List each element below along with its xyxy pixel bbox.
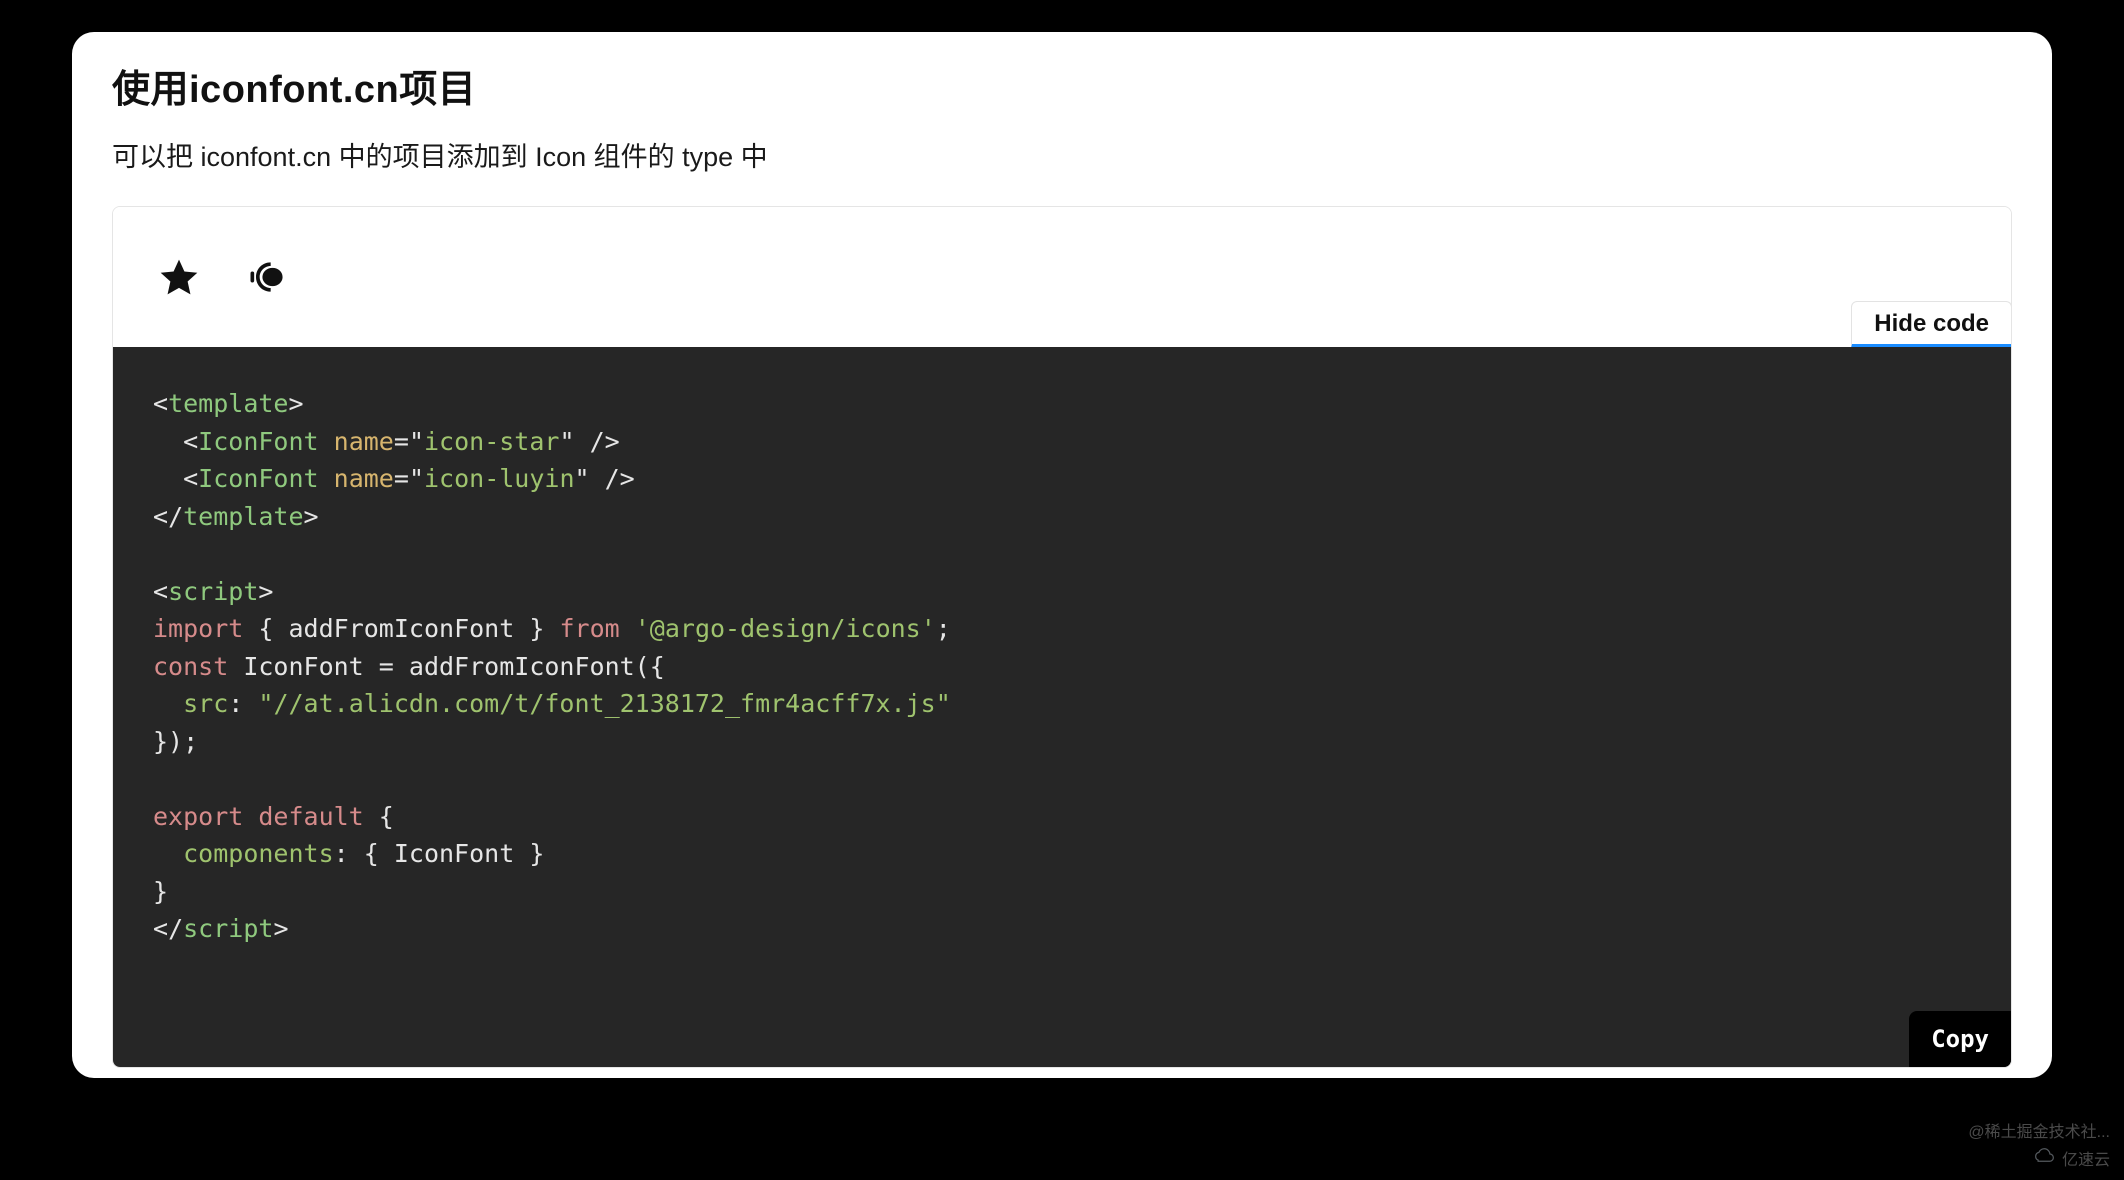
demo-container: Hide code <template> <IconFont name="ico…: [112, 206, 2012, 1068]
copy-button[interactable]: Copy: [1909, 1011, 2011, 1067]
cloud-icon: [2030, 1147, 2056, 1170]
code-token: <: [153, 577, 168, 606]
code-token: <: [183, 464, 198, 493]
code-token: <: [153, 389, 168, 418]
code-token: ": [409, 427, 424, 456]
code-token: >: [288, 389, 303, 418]
doc-card: 使用iconfont.cn项目 可以把 iconfont.cn 中的项目添加到 …: [72, 32, 2052, 1078]
code-token: ": [409, 464, 424, 493]
code-token: name: [334, 464, 394, 493]
code-token: />: [590, 464, 635, 493]
code-token: >: [258, 577, 273, 606]
code-token: <: [153, 502, 168, 531]
code-token: IconFont: [198, 427, 318, 456]
code-token: script: [168, 577, 258, 606]
star-icon: [157, 255, 201, 299]
code-token: =: [394, 427, 409, 456]
watermark-juejin: @稀土掘金技术社...: [1968, 1118, 2110, 1142]
code-token: />: [575, 427, 620, 456]
code-token: <: [183, 427, 198, 456]
code-token: name: [334, 427, 394, 456]
code-token: template: [183, 502, 303, 531]
luyin-icon: [245, 255, 289, 299]
code-token: icon-star: [424, 427, 559, 456]
page-title: 使用iconfont.cn项目: [112, 58, 2012, 113]
demo-preview: Hide code: [113, 207, 2011, 347]
code-token: =: [394, 464, 409, 493]
watermarks: @稀土掘金技术社... 亿速云: [1968, 1118, 2110, 1170]
code-token: >: [304, 502, 319, 531]
code-token: IconFont: [198, 464, 318, 493]
code-token: template: [168, 389, 288, 418]
code-token: ": [559, 427, 574, 456]
code-token: icon-luyin: [424, 464, 575, 493]
hide-code-button[interactable]: Hide code: [1851, 301, 2012, 348]
code-token: import: [153, 614, 243, 643]
code-token: /: [168, 502, 183, 531]
code-token: ": [575, 464, 590, 493]
page-description: 可以把 iconfont.cn 中的项目添加到 Icon 组件的 type 中: [112, 135, 2012, 174]
code-block: <template> <IconFont name="icon-star" />…: [113, 347, 2011, 1067]
watermark-yisu: 亿速云: [2030, 1146, 2110, 1170]
